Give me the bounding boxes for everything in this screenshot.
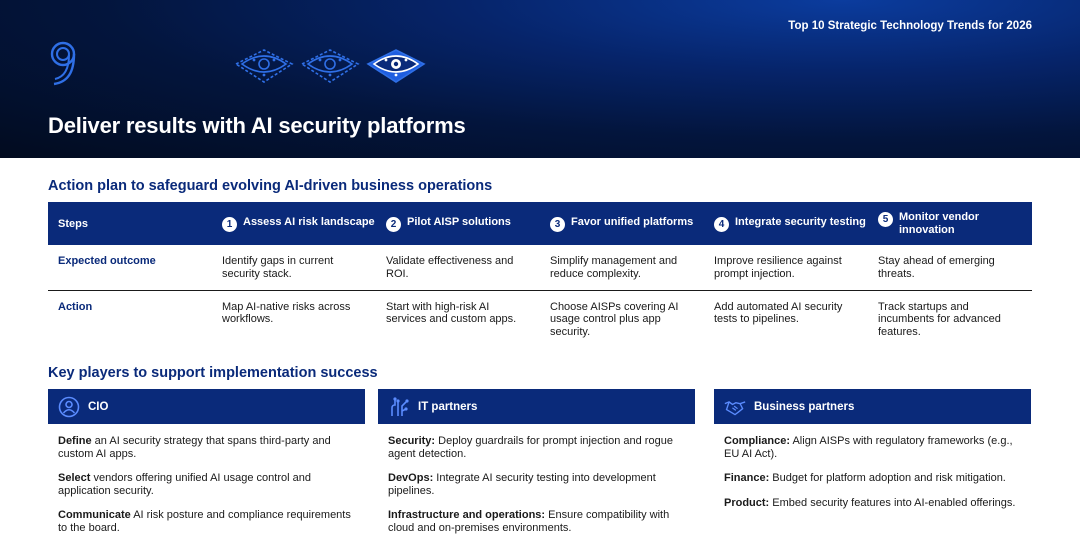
header-banner: Top 10 Strategic Technology Trends for 2… [0, 0, 1080, 158]
table-row-expected-outcome: Expected outcome Identify gaps in curren… [48, 245, 1032, 291]
page-title: Deliver results with AI security platfor… [48, 113, 466, 138]
player-item: Define an AI security strategy that span… [58, 435, 331, 460]
step-number-badge: 2 [386, 216, 401, 232]
step-number-badge: 5 [878, 212, 893, 227]
person-circle-icon [58, 396, 80, 418]
player-card-cio: CIO Define an AI security strategy that … [48, 389, 365, 546]
table-cell: Track startups and incumbents for advanc… [878, 300, 1001, 338]
player-card-business-partners: Business partners Compliance: Align AISP… [714, 389, 1031, 521]
step-number-badge: 4 [714, 216, 729, 232]
table-cell: Stay ahead of emerging threats. [868, 245, 1032, 291]
table-header-row: Steps 1 Assess AI risk landscape 2 Pilot A… [48, 202, 1032, 245]
player-item: DevOps: Integrate AI security testing in… [388, 472, 656, 497]
eye-shield-icon [234, 49, 294, 83]
player-card-header: IT partners [378, 389, 695, 424]
table-cell: Validate effectiveness and ROI. [376, 245, 540, 291]
eye-shield-active-icon [366, 49, 426, 83]
table-cell: Add automated AI security tests to pipel… [714, 300, 843, 326]
trend-progress-icons [234, 46, 426, 86]
trend-number-9-icon [50, 41, 76, 86]
player-item: Communicate AI risk posture and complian… [58, 509, 351, 534]
player-card-body: Define an AI security strategy that span… [48, 424, 365, 534]
player-card-it-partners: IT partners Security: Deploy guardrails … [378, 389, 695, 546]
step-title: Integrate security testing [735, 215, 866, 228]
player-card-body: Compliance: Align AISPs with regulatory … [714, 424, 1031, 509]
eye-shield-icon [300, 49, 360, 83]
player-card-body: Security: Deploy guardrails for prompt i… [378, 424, 695, 534]
steps-column-header: Steps [48, 202, 212, 245]
action-plan-heading: Action plan to safeguard evolving AI-dri… [48, 178, 493, 194]
handshake-icon [724, 396, 746, 418]
table-cell: Improve resilience against prompt inject… [704, 245, 868, 291]
player-item: Security: Deploy guardrails for prompt i… [388, 435, 673, 460]
table-cell: Start with high-risk AI services and cus… [386, 300, 517, 326]
player-card-header: Business partners [714, 389, 1031, 424]
step-title: Pilot AISP solutions [407, 215, 511, 228]
step-header-2: 2 Pilot AISP solutions [376, 202, 540, 245]
action-plan-table: Steps 1 Assess AI risk landscape 2 Pilot A… [48, 202, 1032, 345]
player-card-title: CIO [88, 400, 109, 413]
table-row-action: Action Map AI-native risks across workfl… [48, 290, 1032, 345]
table-cell: Choose AISPs covering AI usage control p… [550, 300, 679, 338]
step-number-badge: 3 [550, 216, 565, 232]
circuit-hand-icon [388, 396, 410, 418]
player-card-title: Business partners [754, 400, 855, 413]
step-header-4: 4 Integrate security testing [704, 202, 868, 245]
step-header-5: 5 Monitor vendor innovation [868, 202, 1032, 245]
table-cell: Identify gaps in current security stack. [212, 245, 376, 291]
report-title: Top 10 Strategic Technology Trends for 2… [788, 20, 1032, 32]
row-label-action: Action [58, 300, 93, 313]
key-players-heading: Key players to support implementation su… [48, 365, 378, 381]
step-header-1: 1 Assess AI risk landscape [212, 202, 376, 245]
step-title: Favor unified platforms [571, 215, 694, 228]
row-label-expected-outcome: Expected outcome [48, 245, 212, 291]
player-item: Infrastructure and operations: Ensure co… [388, 509, 670, 534]
player-card-title: IT partners [418, 400, 478, 413]
table-cell: Map AI-native risks across workflows. [222, 300, 351, 326]
player-item: Finance: Budget for platform adoption an… [724, 472, 1006, 484]
step-number-badge: 1 [222, 216, 237, 232]
step-title: Assess AI risk landscape [243, 215, 375, 228]
step-title: Monitor vendor innovation [899, 211, 980, 236]
player-item: Product: Embed security features into AI… [724, 496, 1016, 509]
step-header-3: 3 Favor unified platforms [540, 202, 704, 245]
table-cell: Simplify management and reduce complexit… [540, 245, 704, 291]
player-item: Compliance: Align AISPs with regulatory … [724, 435, 1013, 460]
player-card-header: CIO [48, 389, 365, 424]
player-item: Select vendors offering unified AI usage… [58, 472, 311, 497]
